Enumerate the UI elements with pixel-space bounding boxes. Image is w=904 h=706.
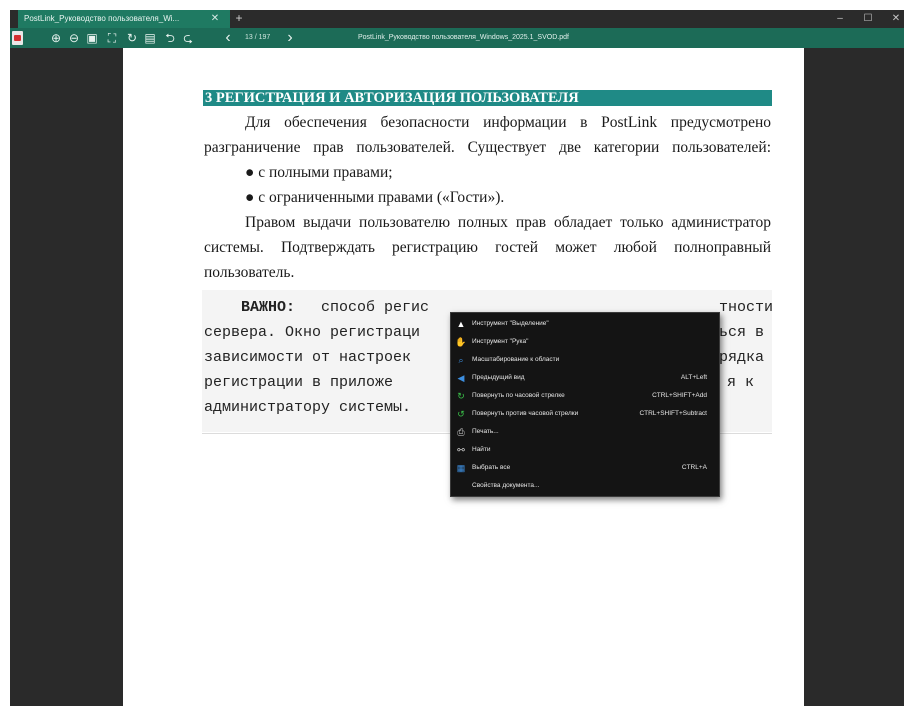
note-line: регистрации в приложе [204,374,394,391]
menu-item-label: Найти [472,446,491,453]
menu-item-label: Печать... [472,428,499,435]
new-tab-button[interactable]: + [232,10,246,28]
maximize-button[interactable]: ☐ [856,10,880,28]
hand-icon: ✋ [455,337,467,347]
menu-item-print[interactable]: ⎙ Печать... [451,423,719,441]
menu-item-label: Инструмент "Рука" [472,338,529,345]
note-line: администратору системы. [204,399,412,416]
note-line: способ регис [321,299,430,316]
tab-close-icon[interactable]: ✕ [208,10,222,28]
menu-item-label: Масштабирование к области [472,356,560,363]
note-line: рядка [719,349,765,366]
toolbar: ⊕ ⊖ ▣ ⛶ ↻ ▤ ⮌ ⮎ ‹ 13 / 197 › PostLink_Ру… [10,28,904,48]
page-indicator[interactable]: 13 / 197 [245,28,270,48]
menu-item-zoom-to-area[interactable]: ⌕ Масштабирование к области [451,351,719,369]
next-page-button[interactable]: › [282,30,298,46]
menu-item-label: Предыдущий вид [472,374,525,381]
title-bar: PostLink_Руководство пользователя_Wi... … [10,10,904,28]
pdf-viewer-window: PostLink_Руководство пользователя_Wi... … [10,10,904,706]
section-heading: 3 РЕГИСТРАЦИЯ И АВТОРИЗАЦИЯ ПОЛЬЗОВАТЕЛЯ [203,90,772,106]
cursor-icon: ▲ [456,319,466,329]
pdf-app-icon [12,31,23,45]
rotate-icon[interactable]: ↻ [124,30,140,46]
paragraph-line: Правом выдачи пользователю полных прав о… [245,214,771,231]
zoom-out-icon[interactable]: ⊖ [66,30,82,46]
fit-width-icon[interactable]: ⛶ [104,30,120,46]
menu-item-label: Инструмент "Выделение" [472,320,549,327]
note-line: зависимости от настроек [204,349,412,366]
menu-item-shortcut: CTRL+SHIFT+Subtract [639,410,707,417]
zoom-area-icon: ⌕ [458,355,464,365]
paragraph-line: системы. Подтверждать регистрацию гостей… [204,239,771,256]
menu-item-previous-view[interactable]: ◀ Предыдущий вид ALT+Left [451,369,719,387]
menu-item-document-properties[interactable]: Свойства документа... [451,477,719,495]
document-title: PostLink_Руководство пользователя_Window… [358,34,569,41]
menu-item-select-all[interactable]: ▦ Выбрать все CTRL+A [451,459,719,477]
select-all-icon: ▦ [456,463,466,473]
note-line: я к [727,374,755,391]
tab-title: PostLink_Руководство пользователя_Wi... [24,14,180,23]
previous-page-button[interactable]: ‹ [220,30,236,46]
note-line: ься в [719,324,765,341]
menu-item-label: Повернуть по часовой стрелке [472,392,565,399]
undo-view-icon[interactable]: ⮌ [162,30,178,46]
print-icon: ⎙ [457,427,465,437]
menu-item-rotate-clockwise[interactable]: ↻ Повернуть по часовой стрелке CTRL+SHIF… [451,387,719,405]
paragraph-line: пользователь. [204,264,295,281]
menu-item-selection-tool[interactable]: ▲ Инструмент "Выделение" [451,315,719,333]
rotate-clockwise-icon: ↻ [457,391,465,401]
zoom-in-icon[interactable]: ⊕ [48,30,64,46]
menu-item-rotate-counterclockwise[interactable]: ↺ Повернуть против часовой стрелки CTRL+… [451,405,719,423]
menu-item-hand-tool[interactable]: ✋ Инструмент "Рука" [451,333,719,351]
note-line: тности [719,299,774,316]
menu-item-shortcut: ALT+Left [680,374,707,381]
note-line: сервера. Окно регистраци [204,324,421,341]
menu-item-label: Свойства документа... [472,482,540,489]
print-icon[interactable]: ▤ [142,30,158,46]
bullet-item: ● с полными правами; [245,164,393,181]
close-window-button[interactable]: ✕ [884,10,904,28]
menu-item-shortcut: CTRL+SHIFT+Add [652,392,707,399]
fit-page-icon[interactable]: ▣ [84,30,100,46]
minimize-button[interactable]: – [828,10,852,28]
previous-view-icon: ◀ [457,373,465,383]
redo-view-icon[interactable]: ⮎ [180,30,196,46]
context-menu: ▲ Инструмент "Выделение" ✋ Инструмент "Р… [450,312,720,497]
menu-item-label: Выбрать все [472,464,511,471]
paragraph-line: разграничение прав пользователей. Сущест… [204,139,771,156]
menu-item-shortcut: CTRL+A [681,464,707,471]
document-tab[interactable]: PostLink_Руководство пользователя_Wi... [18,10,230,28]
binoculars-icon: ⚯ [457,445,465,455]
paragraph-line: Для обеспечения безопасности информации … [245,114,771,131]
menu-item-label: Повернуть против часовой стрелки [472,410,579,417]
note-bold-label: ВАЖНО: [241,299,296,316]
bullet-item: ● с ограниченными правами («Гости»). [245,189,505,206]
menu-item-find[interactable]: ⚯ Найти [451,441,719,459]
rotate-counterclockwise-icon: ↺ [457,409,465,419]
